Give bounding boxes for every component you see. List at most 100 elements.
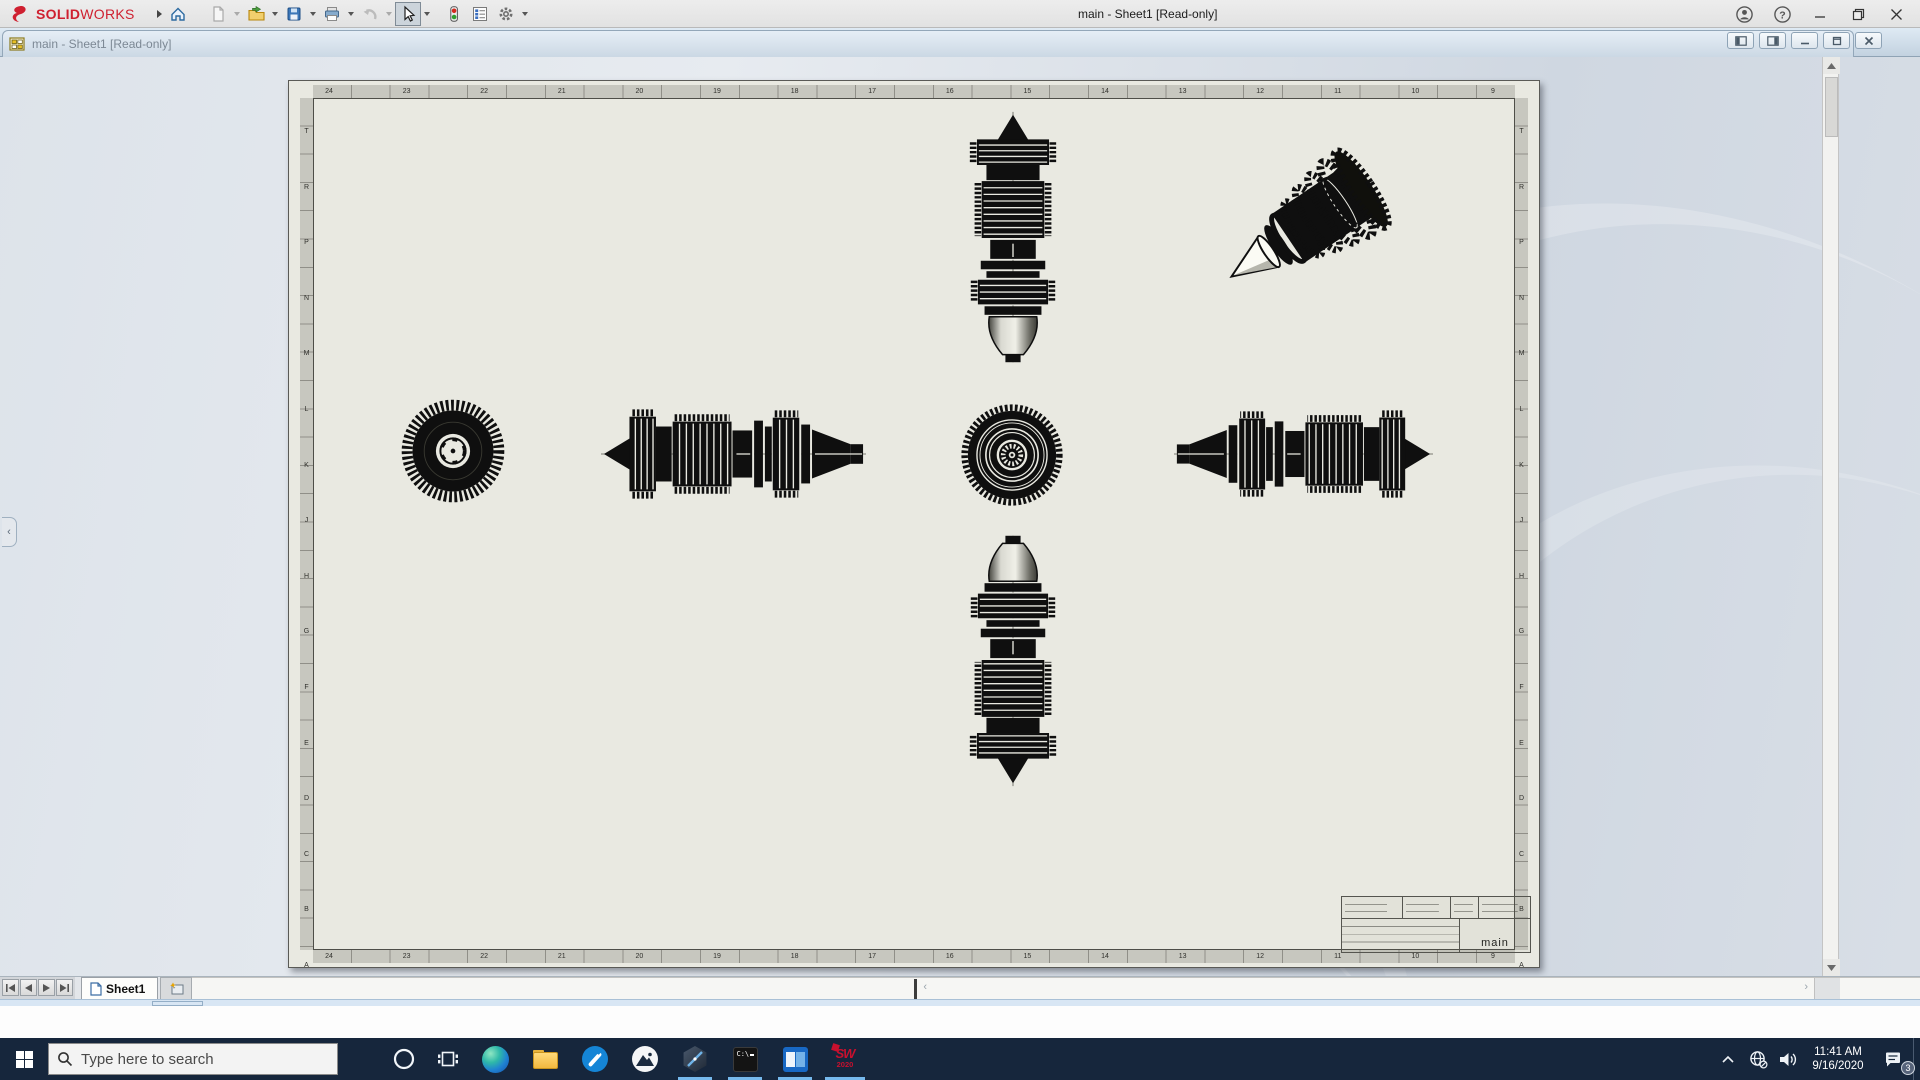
search-input[interactable] [81, 1051, 301, 1068]
taskbar-search[interactable] [48, 1043, 338, 1075]
action-center-button[interactable]: 3 [1873, 1038, 1913, 1080]
zone-letter: T [301, 125, 313, 138]
view-side-right[interactable] [1174, 397, 1433, 511]
vertical-scroll-thumb[interactable] [1825, 77, 1838, 137]
home-button[interactable] [165, 2, 191, 26]
task-view-button[interactable] [426, 1038, 470, 1080]
graphics-area[interactable]: ‹ 2423222120191817161514131211109 242322… [0, 57, 1920, 976]
doc-close-button[interactable] [1855, 32, 1882, 49]
zone-letter: N [301, 292, 313, 305]
zone-letter: D [301, 792, 313, 805]
zone-letter: B [301, 903, 313, 916]
open-button[interactable] [243, 2, 269, 26]
horizontal-scrollbar[interactable]: ‹ › [192, 977, 1920, 999]
scroll-up-button[interactable] [1823, 57, 1840, 74]
next-sheet-button[interactable] [38, 979, 55, 996]
select-tool-dropdown[interactable] [424, 12, 430, 16]
brand-flyout-arrow[interactable] [157, 10, 162, 18]
properties-button[interactable] [467, 2, 493, 26]
volume-control[interactable] [1773, 1038, 1803, 1080]
view-top[interactable] [958, 108, 1068, 368]
taskbar-admin-tools[interactable] [570, 1038, 620, 1080]
cortana-button[interactable] [382, 1038, 426, 1080]
view-bottom[interactable] [958, 529, 1068, 791]
prev-sheet-button[interactable] [20, 979, 37, 996]
zone-letter: L [1516, 403, 1528, 416]
next-icon [43, 984, 50, 992]
scroll-left-button[interactable]: ‹ [923, 981, 927, 993]
zone-letter: A [1516, 959, 1528, 972]
show-desktop-button[interactable] [1913, 1038, 1920, 1080]
pane-splitter-handle[interactable] [914, 979, 917, 999]
taskbar-command-prompt[interactable]: C:\ [720, 1038, 770, 1080]
last-sheet-button[interactable] [56, 979, 73, 996]
scroll-right-button[interactable]: › [1804, 981, 1808, 993]
taskbar-file-explorer[interactable] [520, 1038, 570, 1080]
zone-letter: L [301, 403, 313, 416]
taskbar-hexagon-app[interactable] [670, 1038, 720, 1080]
select-tool-button[interactable] [395, 2, 421, 26]
tab-sheet1[interactable]: Sheet1 [81, 977, 158, 999]
first-sheet-button[interactable] [2, 979, 19, 996]
taskbar-edge[interactable] [470, 1038, 520, 1080]
design-checker-button[interactable] [441, 2, 467, 26]
zone-number: 21 [556, 85, 568, 98]
app-title-bar: SOLIDWORKS [0, 0, 1920, 28]
view-front-fan[interactable] [399, 395, 507, 507]
taskbar-photos[interactable] [620, 1038, 670, 1080]
zone-letter: G [1516, 625, 1528, 638]
add-sheet-tab[interactable] [160, 977, 192, 999]
new-doc-icon [209, 5, 227, 23]
title-block-fields [1342, 919, 1460, 952]
taskbar-media-app[interactable] [770, 1038, 820, 1080]
zone-letter: C [1516, 848, 1528, 861]
network-status[interactable] [1743, 1038, 1773, 1080]
options-button[interactable] [493, 2, 519, 26]
part-name: main [1481, 937, 1509, 949]
prev-icon [25, 984, 32, 992]
feature-panel-collapse-tab[interactable]: ‹ [2, 517, 17, 547]
close-button[interactable] [1880, 1, 1912, 27]
save-button[interactable] [281, 2, 307, 26]
pane-right-button[interactable] [1759, 32, 1786, 49]
options-dropdown[interactable] [522, 12, 528, 16]
account-button[interactable] [1728, 1, 1760, 27]
new-document-button[interactable] [205, 2, 231, 26]
zone-letter: R [1516, 181, 1528, 194]
zone-number: 22 [478, 950, 490, 963]
undo-button[interactable] [357, 2, 383, 26]
close-icon [1890, 8, 1903, 21]
document-tab[interactable]: main - Sheet1 [Read-only] [2, 30, 1854, 57]
help-button[interactable]: ? [1766, 1, 1798, 27]
save-dropdown[interactable] [310, 12, 316, 16]
doc-restore-button[interactable] [1823, 32, 1850, 49]
doc-minimize-icon [1799, 36, 1811, 46]
scroll-down-button[interactable] [1823, 959, 1840, 976]
vertical-scrollbar[interactable] [1822, 57, 1839, 976]
restore-button[interactable] [1842, 1, 1874, 27]
minimize-icon [1814, 8, 1827, 21]
zone-letter: T [1516, 125, 1528, 138]
start-button[interactable] [0, 1038, 48, 1080]
open-dropdown[interactable] [272, 12, 278, 16]
view-rear[interactable] [960, 403, 1064, 507]
view-side-left[interactable] [601, 397, 866, 511]
pane-left-icon [1735, 36, 1747, 46]
tray-overflow-button[interactable] [1713, 1038, 1743, 1080]
new-doc-dropdown[interactable] [234, 12, 240, 16]
restore-icon [1852, 8, 1865, 21]
undo-dropdown[interactable] [386, 12, 392, 16]
pane-left-button[interactable] [1727, 32, 1754, 49]
zone-number: 14 [1099, 85, 1111, 98]
doc-minimize-button[interactable] [1791, 32, 1818, 49]
document-title: main - Sheet1 [Read-only] [32, 37, 171, 51]
print-button[interactable] [319, 2, 345, 26]
zone-number: 9 [1487, 85, 1499, 98]
taskbar-solidworks[interactable]: SW 2020 [820, 1038, 870, 1080]
view-isometric[interactable] [1201, 141, 1416, 311]
zone-number: 14 [1099, 950, 1111, 963]
print-dropdown[interactable] [348, 12, 354, 16]
select-cursor-icon [399, 5, 417, 23]
minimize-button[interactable] [1804, 1, 1836, 27]
taskbar-clock[interactable]: 11:41 AM 9/16/2020 [1803, 1045, 1873, 1073]
